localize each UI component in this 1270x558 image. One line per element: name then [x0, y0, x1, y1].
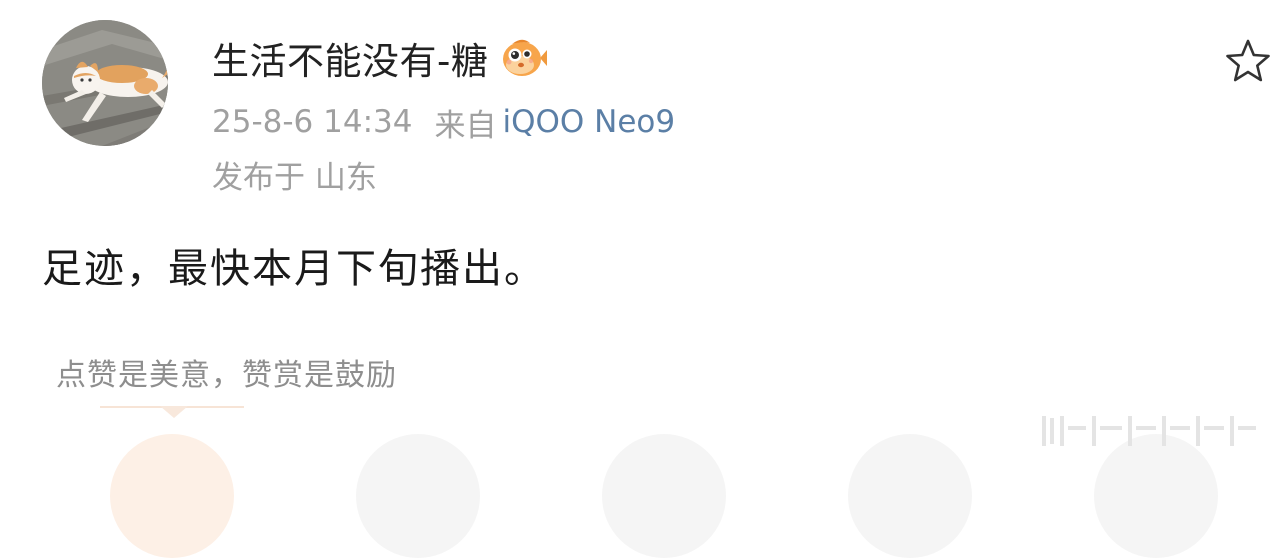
reward-option-3[interactable]: [602, 434, 726, 558]
post-meta: 25-8-6 14:34 来自 iQOO Neo9: [212, 100, 675, 144]
reward-option-5[interactable]: [1094, 434, 1218, 558]
post-location: 发布于 山东: [212, 152, 377, 196]
post-text: 足迹，最快本月下旬播出。: [42, 246, 546, 292]
watermark-glyphs: [1040, 410, 1258, 452]
reward-option-4[interactable]: [848, 434, 972, 558]
location-label: 发布于 山东: [212, 159, 377, 196]
username[interactable]: 生活不能没有-糖: [212, 31, 488, 85]
reward-caption: 点赞是美意，赞赏是鼓励: [56, 358, 397, 393]
cat-photo: [42, 20, 168, 146]
author-link[interactable]: 生活不能没有-糖: [212, 30, 548, 86]
avatar[interactable]: [42, 20, 168, 146]
post-timestamp: 25-8-6 14:34: [212, 104, 413, 140]
reward-option-2[interactable]: [356, 434, 480, 558]
reward-option-1[interactable]: [110, 434, 234, 558]
device-link[interactable]: iQOO Neo9: [502, 104, 675, 140]
fish-badge-icon[interactable]: [500, 34, 548, 82]
source-prefix: 来自: [434, 107, 497, 144]
star-icon[interactable]: [1222, 36, 1270, 88]
caption-pointer: [160, 406, 188, 418]
